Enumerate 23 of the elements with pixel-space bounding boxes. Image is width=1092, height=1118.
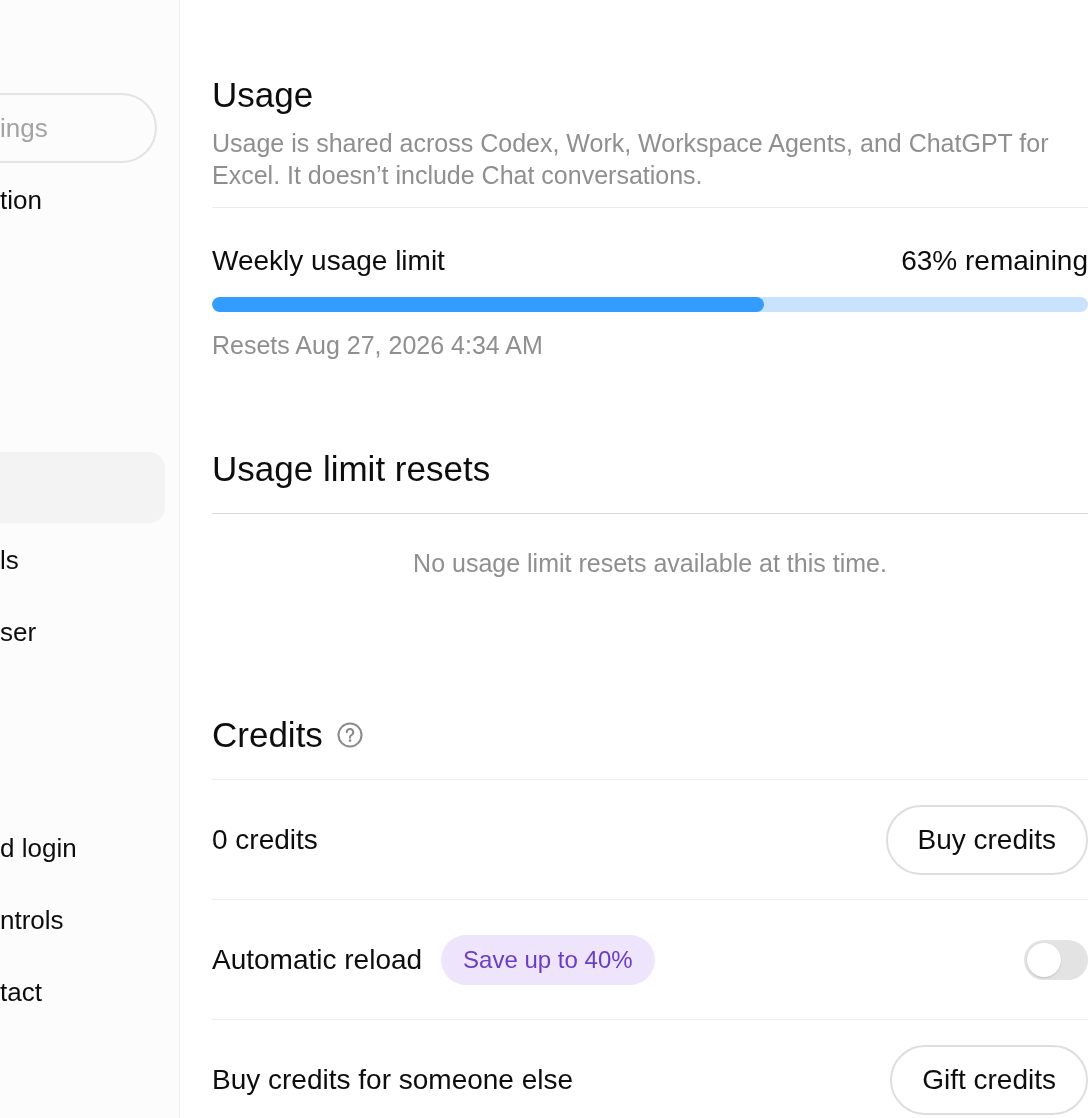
reset-note: Resets Aug 27, 2026 4:34 AM: [212, 330, 543, 361]
row-label: Automatic reload: [212, 942, 423, 977]
sidebar-item[interactable]: ntrols: [0, 903, 64, 936]
sidebar-item[interactable]: ls: [0, 543, 19, 576]
toggle-switch[interactable]: [1024, 939, 1088, 980]
action-button[interactable]: Buy credits: [885, 804, 1088, 875]
sidebar-item[interactable]: ser: [0, 615, 37, 648]
sidebar-item[interactable]: tact: [0, 975, 42, 1008]
search-field[interactable]: ings: [0, 93, 157, 163]
promo-badge: Save up to 40%: [441, 934, 655, 985]
section-title: Credits: [212, 714, 323, 756]
row-label: Buy credits for someone else: [212, 1062, 574, 1097]
empty-message: No usage limit resets available at this time.: [413, 548, 887, 579]
section-title: Usage limit resets: [212, 448, 491, 490]
section-description: Usage is shared across Codex, Work, Workspace Agents, and ChatGPT for Excel. It doesn’t include Chat conversations.: [212, 128, 1050, 191]
limit-reading: 63% remaining: [901, 244, 1088, 278]
help-icon[interactable]: [336, 722, 363, 748]
sidebar-item[interactable]: d login: [0, 831, 77, 864]
section-title: Usage: [212, 74, 314, 116]
row-label: 0 credits: [212, 822, 318, 857]
sidebar-item[interactable]: tion: [0, 183, 42, 216]
action-button[interactable]: Gift credits: [890, 1044, 1088, 1115]
limit-label: Weekly usage limit: [212, 244, 445, 278]
